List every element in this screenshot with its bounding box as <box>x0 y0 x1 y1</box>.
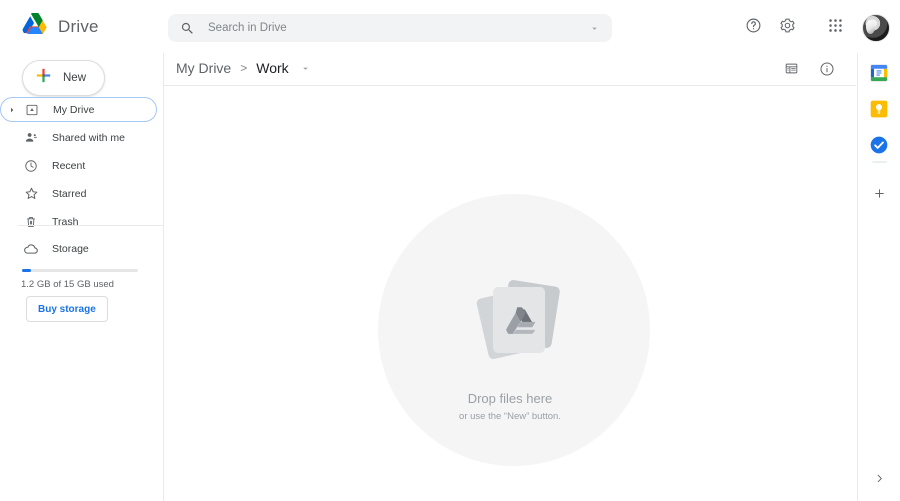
breadcrumb-separator: > <box>240 61 248 75</box>
dropzone-title: Drop files here <box>467 391 553 406</box>
sidebar-item-my-drive[interactable]: My Drive <box>0 97 157 122</box>
google-keep-icon[interactable] <box>869 99 889 119</box>
storage-link[interactable]: Storage <box>0 236 163 261</box>
shared-people-icon <box>20 130 42 145</box>
top-bar: Drive <box>0 0 900 53</box>
search-input[interactable] <box>206 21 589 35</box>
gear-icon <box>779 17 796 39</box>
plus-multicolor-icon <box>35 67 52 89</box>
sidebar-nav-list: My Drive Shared with me Recent Starred T… <box>0 97 163 237</box>
search-options-chevron-down-icon[interactable] <box>589 23 600 34</box>
file-dropzone[interactable]: Drop files here or use the “New” button. <box>164 86 856 501</box>
avatar[interactable] <box>862 14 890 42</box>
sidebar-item-trash[interactable]: Trash <box>0 209 163 234</box>
storage-progress-fill <box>22 269 32 272</box>
sidebar-divider <box>18 225 163 226</box>
sidebar-item-label: Recent <box>52 159 86 172</box>
sidebar-item-shared-with-me[interactable]: Shared with me <box>0 125 163 150</box>
side-apps-rail <box>857 53 900 501</box>
breadcrumb-current[interactable]: Work <box>253 58 291 78</box>
stacked-files-drive-icon <box>474 271 564 371</box>
brand-logo-link[interactable]: Drive <box>22 12 99 41</box>
storage-label: Storage <box>52 242 89 255</box>
search-box[interactable] <box>168 14 612 42</box>
sidebar-item-recent[interactable]: Recent <box>0 153 163 178</box>
rail-divider <box>872 161 887 163</box>
google-apps-button[interactable] <box>820 13 850 43</box>
drive-triangle-logo-icon <box>22 12 48 41</box>
new-button[interactable]: New <box>22 60 106 96</box>
cloud-icon <box>20 241 42 257</box>
main-content: My Drive > Work Drop files here or use t… <box>164 53 856 501</box>
list-view-button[interactable] <box>776 56 806 86</box>
chevron-right-icon <box>874 471 885 489</box>
sidebar-item-label: My Drive <box>53 103 95 116</box>
sidebar-item-label: Starred <box>52 187 87 200</box>
my-drive-icon <box>21 103 43 117</box>
sidebar-item-starred[interactable]: Starred <box>0 181 163 206</box>
drive-app-window: Drive Search in Drive New My Drive Share… <box>0 0 900 501</box>
breadcrumb: My Drive > Work <box>173 58 313 78</box>
expand-rail-button[interactable] <box>870 471 888 489</box>
storage-usage-text: 1.2 GB of 15 GB used <box>21 279 114 290</box>
help-circle-icon <box>745 17 762 39</box>
sidebar: New My Drive Shared with me Recent Starr… <box>0 53 163 501</box>
breadcrumb-bar: My Drive > Work <box>164 53 856 85</box>
info-circle-icon <box>819 61 835 82</box>
google-calendar-icon[interactable] <box>869 63 889 83</box>
view-actions <box>776 56 842 86</box>
google-tasks-icon[interactable] <box>869 135 889 155</box>
plus-icon <box>873 187 886 205</box>
trash-icon <box>20 215 42 229</box>
star-icon <box>20 186 42 201</box>
breadcrumb-parent[interactable]: My Drive <box>173 58 234 78</box>
dropzone-subtitle: or use the “New” button. <box>459 411 561 422</box>
storage-progress-track <box>22 269 138 272</box>
brand-name-label: Drive <box>58 17 99 36</box>
sidebar-item-label: Shared with me <box>52 131 125 144</box>
settings-button[interactable] <box>772 13 802 43</box>
details-button[interactable] <box>812 56 842 86</box>
breadcrumb-chevron-down-icon[interactable] <box>298 61 313 76</box>
new-button-label: New <box>63 72 87 84</box>
buy-storage-button[interactable]: Buy storage <box>26 296 108 322</box>
top-bar-actions <box>738 13 890 43</box>
add-app-button[interactable] <box>869 186 889 206</box>
buy-storage-label: Buy storage <box>38 303 96 315</box>
search-icon <box>180 21 195 36</box>
expand-triangle-icon[interactable] <box>5 106 19 114</box>
help-button[interactable] <box>738 13 768 43</box>
clock-icon <box>20 159 42 173</box>
storage-section: Storage 1.2 GB of 15 GB used Buy storage <box>0 236 163 322</box>
apps-grid-icon <box>827 17 844 39</box>
list-view-icon <box>784 61 799 81</box>
